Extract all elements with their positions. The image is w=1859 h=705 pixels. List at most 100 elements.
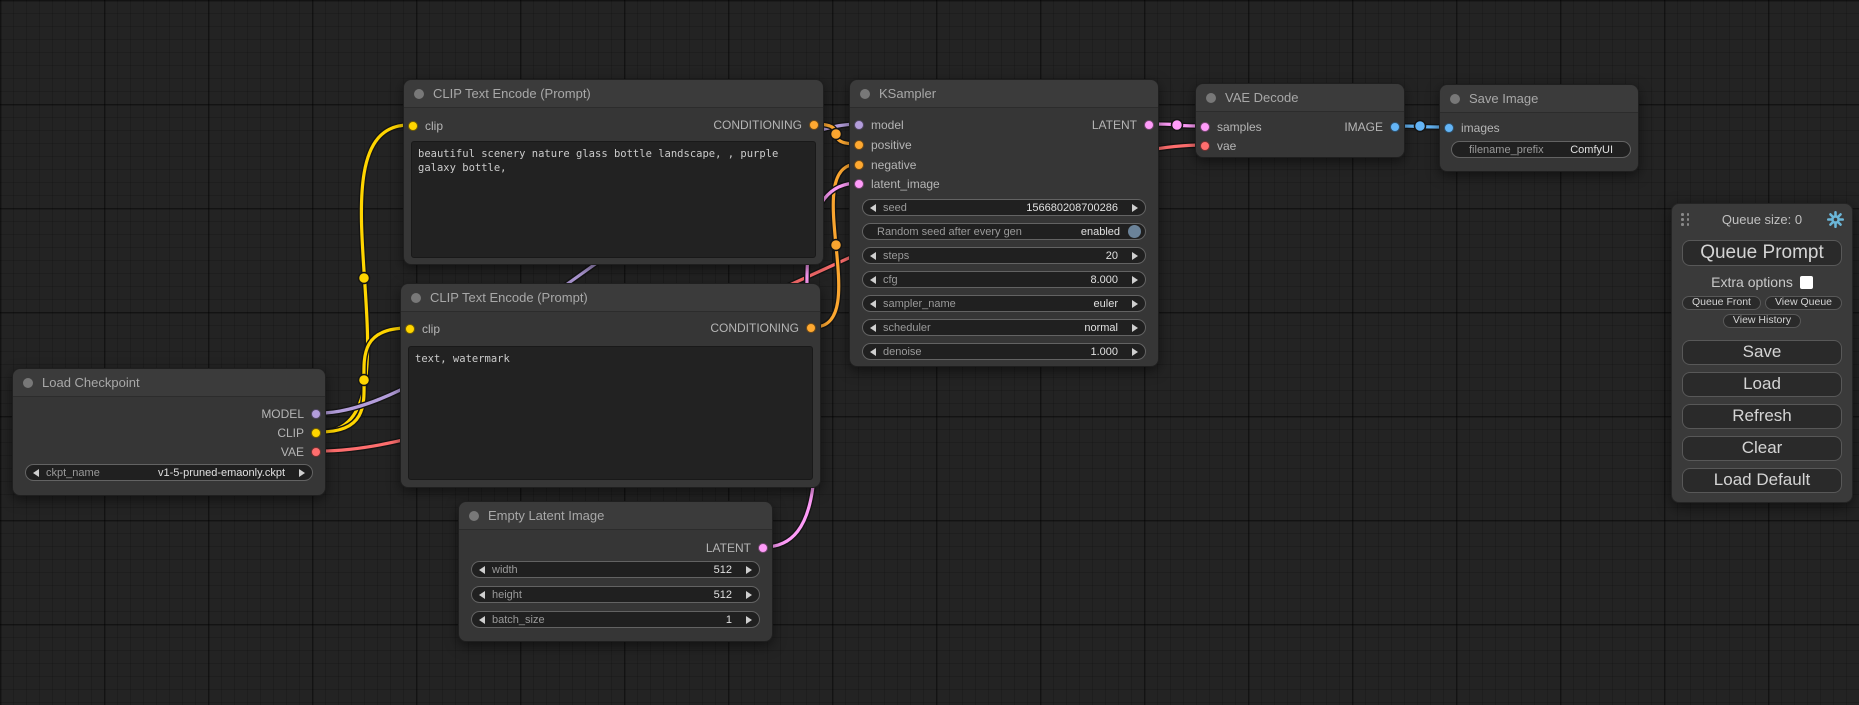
increment-arrow-icon[interactable] [746,616,752,624]
port-clip-input[interactable]: clip [408,118,443,134]
widget-scheduler[interactable]: scheduler normal [862,319,1146,336]
widget-random-seed-toggle[interactable]: Random seed after every gen enabled [862,223,1146,240]
port-model-input[interactable]: model [854,117,904,133]
port-positive-input[interactable]: positive [854,137,912,153]
decrement-arrow-icon[interactable] [870,324,876,332]
clip-port-icon[interactable] [408,121,418,131]
negative-prompt-text-input[interactable]: text, watermark [408,346,813,480]
load-default-button[interactable]: Load Default [1682,468,1842,493]
model-port-icon[interactable] [311,409,321,419]
view-history-button[interactable]: View History [1723,314,1801,328]
port-clip-output[interactable]: CLIP [277,425,321,441]
decrement-arrow-icon[interactable] [870,300,876,308]
decrement-arrow-icon[interactable] [870,204,876,212]
increment-arrow-icon[interactable] [1132,300,1138,308]
link-dot[interactable] [1415,121,1426,132]
node-clip-text-encode-positive[interactable]: CLIP Text Encode (Prompt) clip CONDITION… [403,79,824,265]
decrement-arrow-icon[interactable] [479,566,485,574]
node-titlebar[interactable]: Load Checkpoint [13,369,325,397]
clip-port-icon[interactable] [405,324,415,334]
port-samples-input[interactable]: samples [1200,119,1262,135]
image-port-icon[interactable] [1444,123,1454,133]
decrement-arrow-icon[interactable] [870,252,876,260]
decrement-arrow-icon[interactable] [479,591,485,599]
clip-port-icon[interactable] [311,428,321,438]
collapse-dot-icon[interactable] [411,293,421,303]
collapse-dot-icon[interactable] [23,378,33,388]
save-button[interactable]: Save [1682,340,1842,365]
link-dot[interactable] [831,240,842,251]
port-vae-output[interactable]: VAE [281,444,321,460]
link-dot[interactable] [1172,120,1183,131]
widget-seed[interactable]: seed 156680208700286 [862,199,1146,216]
widget-width[interactable]: width 512 [471,561,760,578]
conditioning-port-icon[interactable] [809,120,819,130]
node-titlebar[interactable]: Save Image [1440,85,1638,113]
port-conditioning-output[interactable]: CONDITIONING [710,320,816,336]
widget-steps[interactable]: steps 20 [862,247,1146,264]
node-titlebar[interactable]: CLIP Text Encode (Prompt) [401,284,820,312]
node-titlebar[interactable]: Empty Latent Image [459,502,772,530]
widget-ckpt-name[interactable]: ckpt_name v1-5-pruned-emaonly.ckpt [25,464,313,481]
node-save-image[interactable]: Save Image images filename_prefix ComfyU… [1439,84,1639,172]
view-queue-button[interactable]: View Queue [1765,296,1842,310]
widget-denoise[interactable]: denoise 1.000 [862,343,1146,360]
conditioning-port-icon[interactable] [854,140,864,150]
port-image-output[interactable]: IMAGE [1344,119,1400,135]
port-model-output[interactable]: MODEL [261,406,321,422]
widget-batch-size[interactable]: batch_size 1 [471,611,760,628]
extra-options-checkbox[interactable] [1800,276,1813,289]
collapse-dot-icon[interactable] [469,511,479,521]
increment-arrow-icon[interactable] [1132,204,1138,212]
collapse-dot-icon[interactable] [860,89,870,99]
vae-port-icon[interactable] [311,447,321,457]
decrement-arrow-icon[interactable] [870,276,876,284]
link-dot[interactable] [831,129,842,140]
conditioning-port-icon[interactable] [806,323,816,333]
port-conditioning-output[interactable]: CONDITIONING [713,117,819,133]
widget-sampler-name[interactable]: sampler_name euler [862,295,1146,312]
decrement-arrow-icon[interactable] [33,469,39,477]
load-button[interactable]: Load [1682,372,1842,397]
port-negative-input[interactable]: negative [854,157,916,173]
latent-port-icon[interactable] [1144,120,1154,130]
node-titlebar[interactable]: VAE Decode [1196,84,1404,112]
port-vae-input[interactable]: vae [1200,138,1236,154]
image-port-icon[interactable] [1390,122,1400,132]
decrement-arrow-icon[interactable] [479,616,485,624]
latent-port-icon[interactable] [1200,122,1210,132]
conditioning-port-icon[interactable] [854,160,864,170]
node-vae-decode[interactable]: VAE Decode samples vae IMAGE [1195,83,1405,158]
port-clip-input[interactable]: clip [405,321,440,337]
queue-menu-panel[interactable]: Queue size: 0 [1671,203,1853,503]
drag-handle-icon[interactable] [1681,213,1690,226]
node-ksampler[interactable]: KSampler model positive negative latent_… [849,79,1159,367]
increment-arrow-icon[interactable] [1132,252,1138,260]
link-dot[interactable] [359,375,370,386]
increment-arrow-icon[interactable] [1132,348,1138,356]
positive-prompt-text-input[interactable]: beautiful scenery nature glass bottle la… [411,141,816,258]
widget-cfg[interactable]: cfg 8.000 [862,271,1146,288]
collapse-dot-icon[interactable] [1450,94,1460,104]
increment-arrow-icon[interactable] [746,566,752,574]
port-latent-output[interactable]: LATENT [1092,117,1154,133]
port-latent-output[interactable]: LATENT [706,540,768,556]
link-dot[interactable] [359,273,370,284]
increment-arrow-icon[interactable] [746,591,752,599]
clear-button[interactable]: Clear [1682,436,1842,461]
model-port-icon[interactable] [854,120,864,130]
collapse-dot-icon[interactable] [414,89,424,99]
refresh-button[interactable]: Refresh [1682,404,1842,429]
collapse-dot-icon[interactable] [1206,93,1216,103]
latent-port-icon[interactable] [758,543,768,553]
widget-filename-prefix[interactable]: filename_prefix ComfyUI [1451,141,1631,158]
increment-arrow-icon[interactable] [1132,276,1138,284]
queue-front-button[interactable]: Queue Front [1682,296,1761,310]
node-titlebar[interactable]: CLIP Text Encode (Prompt) [404,80,823,108]
toggle-knob-icon[interactable] [1128,225,1141,238]
vae-port-icon[interactable] [1200,141,1210,151]
node-load-checkpoint[interactable]: Load Checkpoint MODEL CLIP VAE ckpt_name… [12,368,326,496]
increment-arrow-icon[interactable] [1132,324,1138,332]
node-empty-latent-image[interactable]: Empty Latent Image LATENT width 512 heig… [458,501,773,642]
node-clip-text-encode-negative[interactable]: CLIP Text Encode (Prompt) clip CONDITION… [400,283,821,488]
